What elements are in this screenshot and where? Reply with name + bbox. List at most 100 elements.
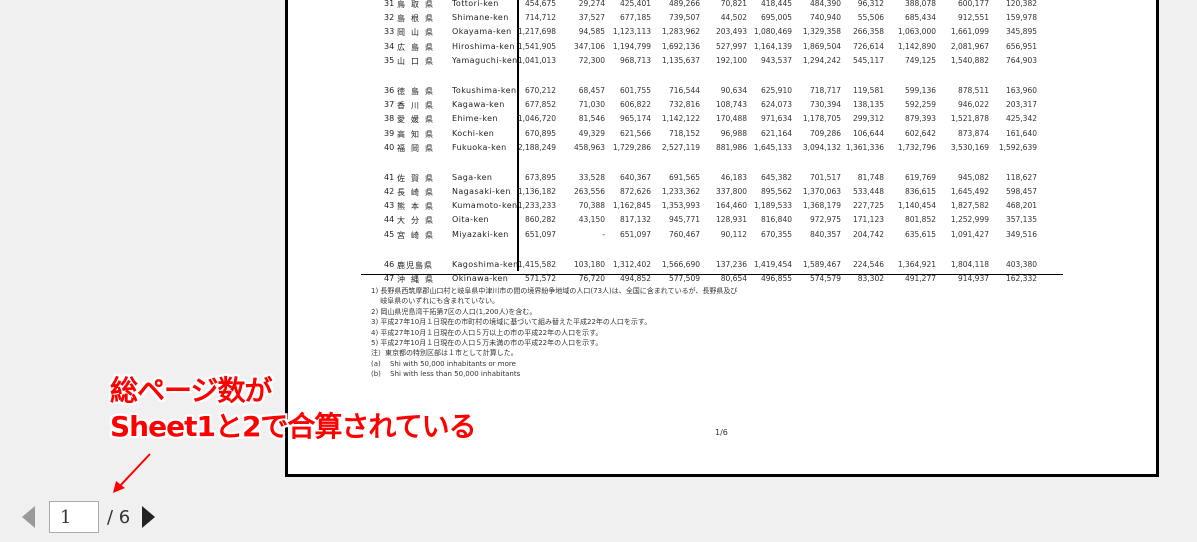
prefecture-number: 39 [384, 128, 395, 138]
population-value: 1,140,454 [897, 201, 936, 211]
population-value: 81,546 [578, 114, 605, 124]
population-value: 836,615 [904, 187, 936, 197]
population-value: 739,507 [668, 13, 700, 23]
prefecture-name-jp: 徳島県 [397, 86, 439, 96]
table-row: 43 熊本県 Kumamoto-ken 1,233,233 70,388 1,162,84… [361, 198, 1066, 212]
annotation-arrow-icon [113, 453, 151, 493]
footnote-line: 2) 岡山県児島湾干拓第7区の人口(1,200人)を含む。 [371, 307, 537, 316]
population-value: 204,742 [852, 229, 884, 239]
population-value: 1,661,099 [950, 27, 989, 37]
population-value: 29,274 [578, 0, 605, 8]
population-value: 872,626 [619, 187, 651, 197]
prefecture-number: 44 [384, 215, 395, 225]
previous-page-button[interactable] [22, 506, 35, 528]
current-page-input[interactable] [49, 501, 99, 533]
population-value: 968,713 [619, 55, 651, 65]
prefecture-name-jp: 大分県 [397, 216, 439, 226]
footnotes: 1) 長野県西筑摩郡山口村と岐阜県中津川市の間の境界紛争地域の人口(73人)は、… [371, 286, 737, 380]
population-value: 732,816 [668, 100, 700, 110]
population-value: 656,951 [1005, 41, 1037, 51]
prefecture-number: 36 [384, 85, 395, 95]
population-value: 403,380 [1005, 259, 1037, 269]
population-value: 70,821 [720, 0, 747, 8]
population-value: 106,644 [852, 128, 884, 138]
table-row: 36 徳島県 Tokushima-ken 670,212 68,457 601,755 71… [361, 83, 1066, 97]
population-value: 912,551 [957, 13, 989, 23]
population-value: 489,266 [668, 0, 700, 8]
population-value: 46,183 [720, 172, 747, 182]
population-value: 965,174 [619, 114, 651, 124]
prefecture-name-en: Okayama-ken [452, 27, 512, 37]
table-row: 33 岡山県 Okayama-ken 1,217,698 94,585 1,123,113… [361, 24, 1066, 38]
population-value: 878,511 [957, 85, 989, 95]
population-value: 349,516 [1005, 229, 1037, 239]
population-value: 418,445 [760, 0, 792, 8]
population-value: 801,852 [904, 215, 936, 225]
population-value: 1,364,921 [897, 259, 936, 269]
population-value: 545,117 [852, 55, 884, 65]
population-value: 760,467 [668, 229, 700, 239]
prefecture-number: 38 [384, 114, 395, 124]
population-value: 817,132 [619, 215, 651, 225]
population-value: 1,164,139 [753, 41, 792, 51]
population-value: 673,895 [524, 172, 556, 182]
population-value: 1,252,999 [950, 215, 989, 225]
population-value: 1,370,063 [802, 187, 841, 197]
prefecture-name-en: Ehime-ken [452, 114, 498, 124]
footnote-line: (a) Shi with 50,000 inhabitants or more [371, 359, 516, 368]
population-value: 192,100 [715, 55, 747, 65]
population-value: 1,091,427 [950, 229, 989, 239]
next-page-button[interactable] [142, 506, 156, 528]
prefecture-name-en: Fukuoka-ken [452, 142, 507, 152]
population-value: 599,136 [904, 85, 936, 95]
population-value: 1,692,136 [661, 41, 700, 51]
population-value: 527,997 [715, 41, 747, 51]
population-value: 621,164 [760, 128, 792, 138]
population-value: 701,517 [809, 172, 841, 182]
population-value: 83,302 [857, 274, 884, 283]
population-value: 677,185 [619, 13, 651, 23]
population-value: 1,233,233 [517, 201, 556, 211]
population-value: 345,895 [1005, 27, 1037, 37]
population-value: 454,675 [524, 0, 556, 8]
population-value: 227,725 [852, 201, 884, 211]
population-value: 458,963 [573, 142, 605, 152]
population-value: 263,556 [573, 187, 605, 197]
prefecture-number: 33 [384, 27, 395, 37]
prefecture-name-en: Saga-ken [452, 172, 493, 182]
population-value: 43,150 [578, 215, 605, 225]
population-value: 881,986 [715, 142, 747, 152]
prefecture-name-jp: 沖縄県 [397, 275, 439, 284]
population-value: 3,530,169 [950, 142, 989, 152]
population-value: 337,800 [715, 187, 747, 197]
population-value: 1,732,796 [897, 142, 936, 152]
table-row: 37 香川県 Kagawa-ken 677,852 71,030 606,822 732,8… [361, 97, 1066, 111]
prefecture-number: 32 [384, 13, 395, 23]
population-value: 1,294,242 [802, 55, 841, 65]
population-value: 171,123 [852, 215, 884, 225]
population-value: 468,201 [1005, 201, 1037, 211]
prefecture-number: 31 [384, 0, 395, 8]
population-value: 299,312 [852, 114, 884, 124]
population-value: 103,180 [573, 259, 605, 269]
footnote-line: 岐阜県のいずれにも含まれていない。 [371, 297, 500, 306]
population-value: 651,097 [619, 229, 651, 239]
table-row: 35 山口県 Yamaguchi-ken 1,041,013 72,300 968,713… [361, 53, 1066, 67]
table-spacer [361, 67, 1066, 83]
annotation-callout: 総ページ数が Sheet1と2で合算されている [110, 373, 477, 445]
population-value: 1,178,705 [802, 114, 841, 124]
population-value: 1,353,993 [661, 201, 700, 211]
prefecture-name-en: Tokushima-ken [452, 85, 517, 95]
population-value: 119,581 [852, 85, 884, 95]
population-value: 90,634 [720, 85, 747, 95]
population-value: 2,527,119 [661, 142, 700, 152]
population-value: 1,142,122 [661, 114, 700, 124]
population-value: 946,022 [957, 100, 989, 110]
prefecture-name-jp: 広島県 [397, 42, 439, 52]
population-value: 816,840 [760, 215, 792, 225]
population-value: 425,342 [1005, 114, 1037, 124]
population-value: 71,030 [578, 100, 605, 110]
population-value: 224,546 [852, 259, 884, 269]
population-value: 49,329 [578, 128, 605, 138]
population-value: 80,654 [720, 274, 747, 283]
